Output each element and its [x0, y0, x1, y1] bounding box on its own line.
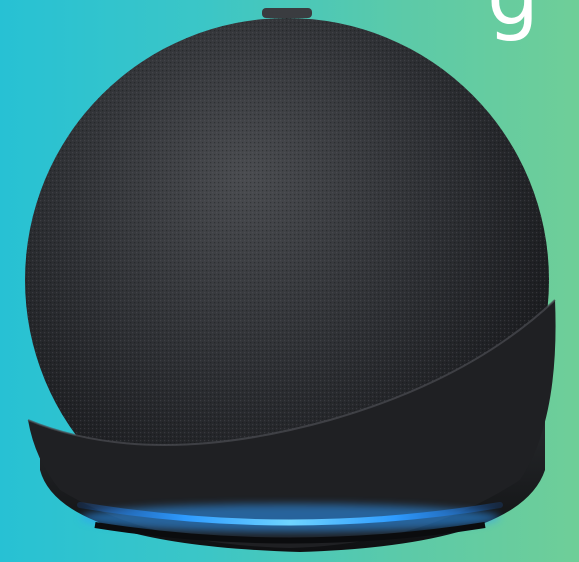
product-photo: g [0, 0, 579, 562]
top-button [262, 8, 312, 18]
smart-speaker-illustration [25, 8, 556, 552]
